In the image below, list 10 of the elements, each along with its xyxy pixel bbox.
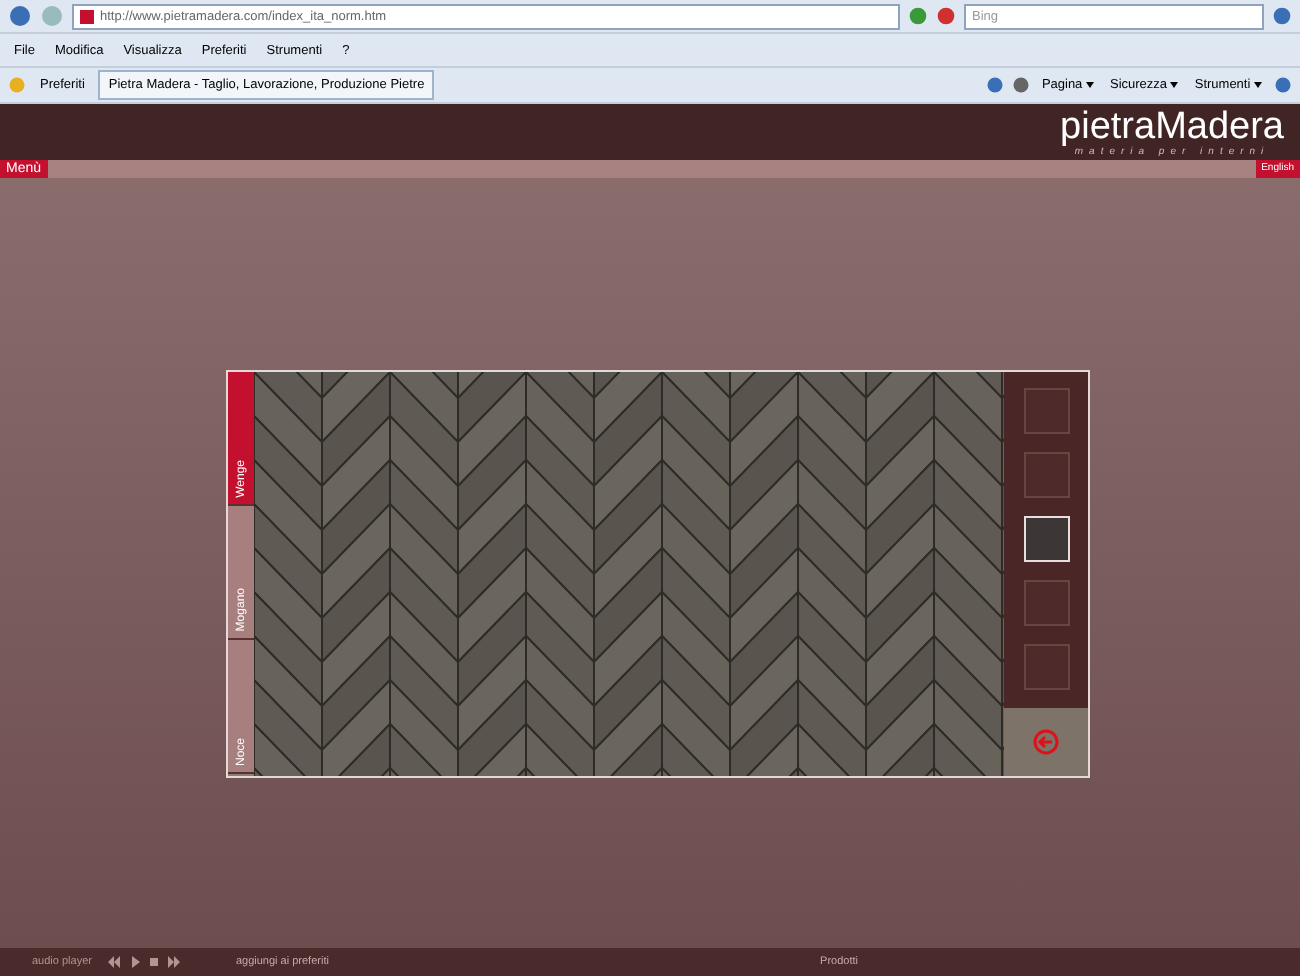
caret-icon xyxy=(1086,82,1094,88)
logo-text: pietraMadera xyxy=(1060,108,1284,146)
pattern-swatch[interactable] xyxy=(1023,388,1069,435)
caret-icon xyxy=(1254,82,1262,88)
pattern-swatch[interactable] xyxy=(1023,579,1069,626)
audio-controls-icon[interactable] xyxy=(107,956,180,968)
caret-icon xyxy=(1170,82,1179,88)
site-icon xyxy=(80,9,94,23)
pattern-swatch[interactable] xyxy=(1023,643,1069,690)
pattern-swatch[interactable] xyxy=(1023,452,1069,499)
